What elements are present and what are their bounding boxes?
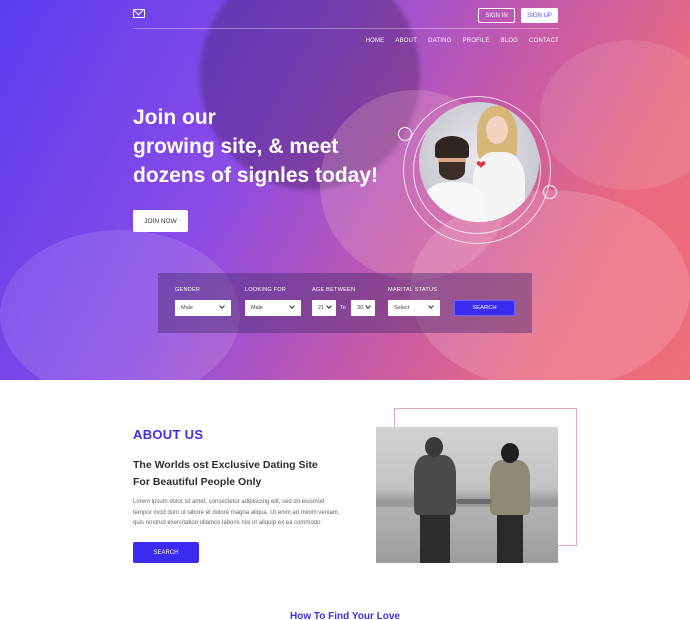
chevron-down-icon xyxy=(428,303,434,309)
sign-in-button[interactable]: SIGN IN xyxy=(478,8,515,23)
about-body-line: tempor incid dunt ut labore et dolore ma… xyxy=(133,509,340,516)
gender-label: GENDER xyxy=(175,287,201,293)
about-subtitle-line: For Beautiful People Only xyxy=(133,476,262,488)
avatar-man-body xyxy=(423,182,485,222)
chevron-down-icon xyxy=(365,303,371,309)
how-to-find-title: How To Find Your Love xyxy=(290,611,400,620)
age-to-select[interactable]: 30 xyxy=(351,300,375,316)
hero-title-line: dozens of signles today! xyxy=(133,164,379,187)
nav-item-dating[interactable]: DATING xyxy=(428,38,451,44)
about-subtitle: The Worlds ost Exclusive Dating Site For… xyxy=(133,457,363,491)
about-subtitle-line: The Worlds ost Exclusive Dating Site xyxy=(133,459,318,471)
chevron-down-icon xyxy=(289,303,295,309)
about-title: ABOUT US xyxy=(133,427,204,442)
about-body-line: quis nostrud exercitation ullamco labori… xyxy=(133,520,321,526)
marital-status-label: MARITAL STATUS xyxy=(388,287,438,293)
about-body-line: Lorem ipsum dolor sit amet, consectetur … xyxy=(133,499,325,505)
about-couple-photo xyxy=(376,427,558,563)
join-now-button[interactable]: JOIN NOW xyxy=(133,210,188,232)
photo-woman-legs xyxy=(497,513,523,563)
search-button[interactable]: SEARCH xyxy=(454,300,515,316)
photo-man-legs xyxy=(420,513,450,563)
photo-ground xyxy=(376,507,558,563)
age-from-value: 21 xyxy=(318,305,325,311)
nav-item-profile[interactable]: PROFILE xyxy=(462,38,489,44)
age-to-text: To xyxy=(340,305,346,311)
search-panel: GENDER Male LOOKING FOR Male AGE BETWEEN… xyxy=(158,273,532,333)
age-from-select[interactable]: 21 xyxy=(312,300,336,316)
age-between-label: AGE BETWEEN xyxy=(312,287,356,293)
about-search-button[interactable]: SEARCH xyxy=(133,542,199,563)
photo-holding-hands xyxy=(456,499,492,504)
avatar-woman-face xyxy=(486,116,508,144)
nav-item-blog[interactable]: BLOG xyxy=(501,38,518,44)
photo-man-body xyxy=(414,455,456,515)
mail-icon[interactable] xyxy=(133,9,145,18)
main-nav: HOME ABOUT DATING PROFILE BLOG CONTACT xyxy=(366,38,559,44)
about-body: Lorem ipsum dolor sit amet, consectetur … xyxy=(133,497,363,529)
nav-item-about[interactable]: ABOUT xyxy=(395,38,417,44)
avatar-man-hair xyxy=(435,136,469,158)
nav-item-contact[interactable]: CONTACT xyxy=(529,38,559,44)
hero-photo-window xyxy=(540,40,690,190)
chevron-down-icon xyxy=(326,303,332,309)
hero-section: SIGN IN SIGN UP HOME ABOUT DATING PROFIL… xyxy=(0,0,690,380)
couple-avatar-image: ❤ xyxy=(419,102,539,222)
hero-title-line: Join our xyxy=(133,106,216,129)
photo-woman-body xyxy=(490,460,530,515)
gender-select-value: Male xyxy=(181,305,193,311)
gender-select[interactable]: Male xyxy=(175,300,231,316)
heart-icon: ❤ xyxy=(476,158,487,172)
chevron-down-icon xyxy=(219,303,225,309)
age-to-value: 30 xyxy=(357,305,364,311)
looking-for-select-value: Male xyxy=(251,305,263,311)
avatar-man-beard xyxy=(439,162,465,180)
photo-woman-head xyxy=(501,443,519,463)
sign-up-button[interactable]: SIGN UP xyxy=(521,8,558,23)
hero-title-line: growing site, & meet xyxy=(133,135,339,158)
looking-for-select[interactable]: Male xyxy=(245,300,301,316)
nav-item-home[interactable]: HOME xyxy=(366,38,385,44)
decor-ring-dot xyxy=(398,127,412,141)
photo-man-head xyxy=(425,437,443,457)
marital-status-select[interactable]: Select xyxy=(388,300,440,316)
marital-status-value: Select xyxy=(394,305,410,311)
header-divider xyxy=(133,28,559,29)
hero-title: Join our growing site, & meet dozens of … xyxy=(133,103,403,190)
decor-ring-dot xyxy=(543,185,557,199)
looking-for-label: LOOKING FOR xyxy=(245,287,287,293)
